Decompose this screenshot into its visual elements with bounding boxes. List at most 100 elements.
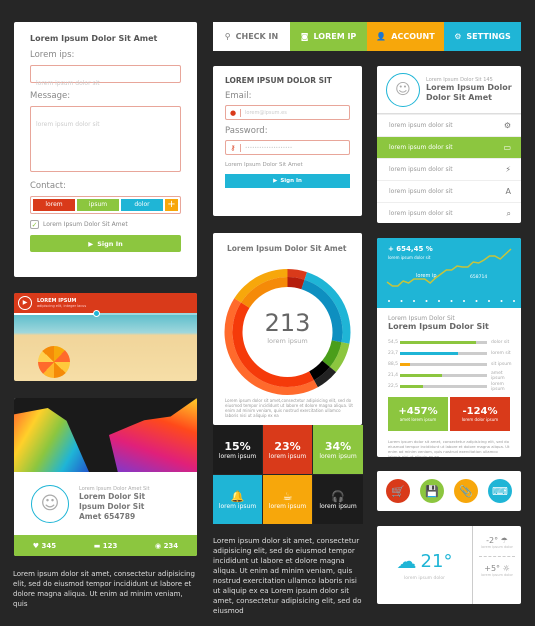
x-axis-dot <box>500 300 503 302</box>
tag-ipsum[interactable]: ipsum <box>77 199 119 211</box>
x-axis-dot <box>400 300 403 302</box>
nav-label: LOREM IP <box>313 32 357 41</box>
plug-icon: ⚡ <box>505 165 511 174</box>
menu-item[interactable]: lorem ipsum dolor sit ⌕ <box>377 202 521 223</box>
tag-lorem[interactable]: lorem <box>33 199 75 211</box>
video-progress-bar[interactable] <box>14 310 197 317</box>
line-chart <box>386 248 515 302</box>
x-axis-dot <box>488 300 490 302</box>
views-button[interactable]: ◉ 234 <box>155 542 178 550</box>
login-card: LOREM IPSUM DOLOR SIT Email: ● lorem@ips… <box>213 66 362 216</box>
donut-text: Lorem ipsum dolor sit amet,consectetur a… <box>225 398 353 418</box>
video-progress-handle[interactable] <box>93 310 101 317</box>
plus-icon[interactable]: + <box>165 199 178 211</box>
stat-tile[interactable]: 34% lorem ipsum <box>313 425 363 474</box>
email-placeholder: lorem@ipsum.es <box>245 109 287 116</box>
input-placeholder: lorem ipsum dolor sit <box>36 80 100 87</box>
left-paragraph: Lorem ipsum dolor sit amet, consectetur … <box>13 570 195 608</box>
menu-item-label: lorem ipsum dolor sit <box>389 122 453 129</box>
stat-tile[interactable]: 23% lorem ipsum <box>263 425 312 474</box>
video-progress-fill <box>14 313 97 315</box>
stat-tile[interactable]: 🎧 lorem ipsum <box>313 475 363 524</box>
contact-form-card: Lorem Ipsum Dolor Sit Amet Lorem ips: lo… <box>14 22 197 277</box>
menu-item[interactable]: lorem ipsum dolor sit ⚡ <box>377 158 521 180</box>
gear-icon: ⚙ <box>454 32 462 41</box>
stat-tile[interactable]: 15% lorem ipsum <box>213 425 262 474</box>
contact-label: Contact: <box>30 181 66 191</box>
comment-icon: ▬ <box>93 541 101 550</box>
bar-row: 22,5 lorem ipsum <box>388 381 513 392</box>
likes-button[interactable]: ♥ 345 <box>33 542 56 550</box>
login-note: Lorem Ipsum Dolor Sit Amet <box>225 162 303 168</box>
x-axis-dot <box>425 300 428 302</box>
bar-value: 23,7 <box>388 351 399 356</box>
sign-in-button[interactable]: ▶ Sign In <box>30 235 181 252</box>
contact-tags-field[interactable]: lorem ipsum dolor + <box>30 196 181 214</box>
checkbox-checked-icon[interactable]: ✓ <box>30 220 39 229</box>
sign-in-label: Sign In <box>280 178 302 184</box>
nav-check-in[interactable]: ⚲ CHECK IN <box>213 22 290 51</box>
user-icon: ● <box>226 108 241 117</box>
login-sign-in-button[interactable]: ▶ Sign In <box>225 174 350 188</box>
keyboard-button[interactable]: ⌨ <box>488 479 512 503</box>
stat-down-tile: -124% lorem dolor ipsum <box>450 397 510 431</box>
tile-label: lorem ipsum <box>268 502 307 510</box>
checkbox-label: Lorem Ipsum Dolor Sit Amet <box>43 221 128 228</box>
forecast-temp: -2° <box>486 536 499 545</box>
forecast-temp: +5° <box>484 564 501 573</box>
nav-label: SETTINGS <box>466 32 511 41</box>
bar-label: lorem ipsum <box>491 381 505 392</box>
bar-track <box>400 352 487 355</box>
stat-tile[interactable]: 🔔 lorem ipsum <box>213 475 262 524</box>
stat-tile[interactable]: ☕ lorem ipsum <box>263 475 312 524</box>
tile-label: lorem ipsum <box>218 502 257 510</box>
donut-chart-card: Lorem Ipsum Dolor Sit Amet 213 lorem ips… <box>213 233 362 425</box>
bar-track <box>400 374 487 377</box>
comments-button[interactable]: ▬ 123 <box>94 542 118 550</box>
nav-settings[interactable]: ⚙ SETTINGS <box>444 22 521 51</box>
field-label: Lorem ips: <box>30 50 75 60</box>
menu-item[interactable]: lorem ipsum dolor sit A <box>377 180 521 202</box>
tile-label: lorem ipsum <box>319 452 357 460</box>
bar-track <box>400 385 487 388</box>
checkbox-row[interactable]: ✓ Lorem Ipsum Dolor Sit Amet <box>30 220 181 229</box>
heart-icon: ♥ <box>32 541 40 550</box>
comments-count: 123 <box>102 541 118 550</box>
polygon-art-image <box>14 398 197 472</box>
keyboard-icon: ⌨ <box>492 484 508 498</box>
camera-icon: ◙ <box>300 32 309 41</box>
nav-lorem-ip[interactable]: ◙ LOREM IP <box>290 22 367 51</box>
email-field[interactable]: ● lorem@ipsum.es <box>225 105 350 120</box>
stat-down-label: lorem dolor ipsum <box>461 417 499 422</box>
coffee-icon: ☕ <box>282 489 293 503</box>
nav-label: ACCOUNT <box>391 32 435 41</box>
x-axis-dot <box>513 300 515 302</box>
donut-value: 213 <box>264 309 311 337</box>
nav-account[interactable]: 👤 ACCOUNT <box>367 22 444 51</box>
paperclip-button[interactable]: 📎 <box>454 479 478 503</box>
cart-button[interactable]: 🛒 <box>386 479 410 503</box>
monitor-icon: ▭ <box>503 143 511 152</box>
message-textarea[interactable]: lorem ipsum dolor sit <box>30 106 181 172</box>
x-axis-dot <box>475 300 478 302</box>
menu-list: lorem ipsum dolor sit ⚙ lorem ipsum dolor … <box>377 114 521 223</box>
save-button[interactable]: 💾 <box>420 479 444 503</box>
bar-label: amet ipsum <box>491 370 505 381</box>
video-subtitle: adipiscing elit, integer lacus <box>37 304 87 308</box>
chart-title: Lorem Ipsum Dolor Sit <box>388 322 489 331</box>
donut-title: Lorem Ipsum Dolor Sit Amet <box>227 244 347 253</box>
play-button-icon[interactable]: ▶ <box>18 296 32 310</box>
search-icon: ⌕ <box>506 208 511 218</box>
sign-in-label: Sign In <box>97 239 123 248</box>
email-label: Email: <box>225 91 252 101</box>
tag-dolor[interactable]: dolor <box>121 199 163 211</box>
lorem-ips-input[interactable]: lorem ipsum dolor sit <box>30 65 181 87</box>
play-icon: ▶ <box>88 239 94 248</box>
views-count: 234 <box>163 541 179 550</box>
menu-item-label: lorem ipsum dolor sit <box>389 166 453 173</box>
password-field[interactable]: ⚷ •••••••••••••••••••• <box>225 140 350 155</box>
line-series <box>386 248 512 287</box>
menu-item[interactable]: lorem ipsum dolor sit ⚙ <box>377 114 521 136</box>
menu-item[interactable]: lorem ipsum dolor sit ▭ <box>377 136 521 158</box>
bar-value: 22,5 <box>388 384 399 389</box>
